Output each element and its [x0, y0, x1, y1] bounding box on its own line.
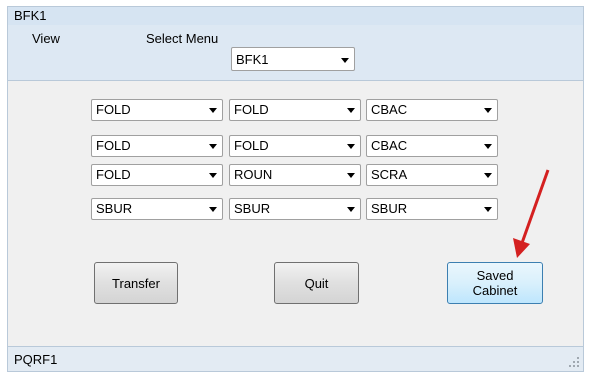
- combo-r4-c3[interactable]: SBUR: [366, 198, 498, 220]
- combo-r1-c2[interactable]: FOLD: [229, 99, 361, 121]
- combo-value: CBAC: [371, 138, 408, 153]
- combo-r4-c2[interactable]: SBUR: [229, 198, 361, 220]
- combo-value: ROUN: [234, 167, 273, 182]
- title-bar: BFK1: [8, 7, 583, 25]
- combo-value: FOLD: [96, 138, 131, 153]
- transfer-button[interactable]: Transfer: [94, 262, 178, 304]
- chevron-down-icon: [209, 108, 217, 113]
- combo-value: SBUR: [96, 201, 133, 216]
- chevron-down-icon: [347, 207, 355, 212]
- combo-value: CBAC: [371, 102, 408, 117]
- view-menu[interactable]: View: [32, 31, 60, 46]
- chevron-down-icon: [209, 144, 217, 149]
- toolbar: View Select Menu BFK1: [8, 25, 583, 81]
- combo-value: FOLD: [234, 138, 269, 153]
- quit-button[interactable]: Quit: [274, 262, 359, 304]
- chevron-down-icon: [347, 173, 355, 178]
- combo-r2-c3[interactable]: CBAC: [366, 135, 498, 157]
- chevron-down-icon: [347, 108, 355, 113]
- chevron-down-icon: [484, 207, 492, 212]
- combo-value: SCRA: [371, 167, 408, 182]
- chevron-down-icon: [484, 173, 492, 178]
- combo-r2-c2[interactable]: FOLD: [229, 135, 361, 157]
- chevron-down-icon: [484, 144, 492, 149]
- combo-value: FOLD: [234, 102, 269, 117]
- app-window: BFK1 View Select Menu BFK1 FOLD FOLD CBA…: [7, 6, 584, 372]
- window-title: BFK1: [14, 8, 47, 23]
- chevron-down-icon: [209, 173, 217, 178]
- saved-cabinet-label-line2: Cabinet: [472, 283, 518, 298]
- combo-r1-c1[interactable]: FOLD: [91, 99, 223, 121]
- combo-value: SBUR: [234, 201, 271, 216]
- chevron-down-icon: [347, 144, 355, 149]
- chevron-down-icon: [484, 108, 492, 113]
- status-text: PQRF1: [14, 352, 58, 367]
- quit-button-label: Quit: [304, 275, 329, 291]
- saved-cabinet-label-line1: Saved: [476, 268, 514, 283]
- saved-cabinet-button[interactable]: Saved Cabinet: [447, 262, 543, 304]
- chevron-down-icon: [209, 207, 217, 212]
- select-menu-value: BFK1: [236, 52, 269, 67]
- combo-r3-c2[interactable]: ROUN: [229, 164, 361, 186]
- combo-r1-c3[interactable]: CBAC: [366, 99, 498, 121]
- transfer-button-label: Transfer: [112, 275, 160, 291]
- combo-r4-c1[interactable]: SBUR: [91, 198, 223, 220]
- combo-r3-c1[interactable]: FOLD: [91, 164, 223, 186]
- select-menu-label: Select Menu: [146, 31, 219, 46]
- combo-value: SBUR: [371, 201, 408, 216]
- combo-value: FOLD: [96, 102, 131, 117]
- select-menu-dropdown[interactable]: BFK1: [231, 47, 355, 71]
- resize-grip-icon[interactable]: [568, 356, 580, 368]
- status-bar: PQRF1: [8, 346, 583, 371]
- combo-r2-c1[interactable]: FOLD: [91, 135, 223, 157]
- combo-r3-c3[interactable]: SCRA: [366, 164, 498, 186]
- combo-value: FOLD: [96, 167, 131, 182]
- chevron-down-icon: [341, 58, 349, 63]
